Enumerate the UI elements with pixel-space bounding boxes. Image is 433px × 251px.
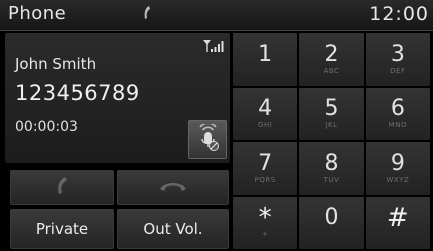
key-letters: DEF bbox=[390, 66, 406, 75]
key-letters: ABC bbox=[323, 66, 340, 75]
call-info-panel: John Smith 123456789 00:00:03 bbox=[5, 33, 230, 163]
key-0[interactable]: 0 bbox=[299, 196, 364, 249]
key-digit: # bbox=[386, 203, 409, 234]
dial-keypad: 1 2 ABC 3 DEF 4 GHI 5 JKL 6 MNO 7 PQRS 8… bbox=[233, 33, 430, 249]
key-letters: TUV bbox=[323, 175, 340, 184]
key-digit: 7 bbox=[258, 150, 273, 176]
key-star[interactable]: * + bbox=[233, 196, 298, 249]
key-digit: 4 bbox=[258, 96, 273, 122]
private-button[interactable]: Private bbox=[10, 209, 114, 249]
caller-name: John Smith bbox=[15, 55, 97, 73]
key-digit: 8 bbox=[324, 150, 339, 176]
top-bar: Phone 12:00 bbox=[0, 0, 433, 31]
key-8[interactable]: 8 TUV bbox=[299, 142, 364, 195]
key-letters: GHI bbox=[258, 121, 273, 130]
key-digit: 2 bbox=[324, 41, 339, 67]
key-letters: JKL bbox=[325, 121, 338, 130]
key-digit: 0 bbox=[324, 205, 339, 231]
key-5[interactable]: 5 JKL bbox=[299, 87, 364, 140]
key-6[interactable]: 6 MNO bbox=[365, 87, 430, 140]
key-hash[interactable]: # bbox=[365, 196, 430, 249]
accept-call-button[interactable] bbox=[10, 170, 114, 205]
key-3[interactable]: 3 DEF bbox=[365, 33, 430, 86]
key-2[interactable]: 2 ABC bbox=[299, 33, 364, 86]
key-letters: + bbox=[261, 230, 269, 239]
caller-number: 123456789 bbox=[15, 81, 140, 105]
key-digit: * bbox=[258, 203, 272, 234]
clock: 12:00 bbox=[369, 3, 429, 25]
key-digit: 1 bbox=[258, 41, 273, 67]
out-volume-button[interactable]: Out Vol. bbox=[117, 209, 229, 249]
end-call-button[interactable] bbox=[117, 170, 229, 205]
key-letters: PQRS bbox=[254, 175, 276, 184]
phone-end-icon bbox=[158, 179, 188, 197]
signal-strength-icon bbox=[202, 38, 224, 57]
phone-accept-icon bbox=[55, 176, 69, 200]
mute-button[interactable] bbox=[188, 120, 227, 159]
app-title: Phone bbox=[8, 3, 67, 24]
key-digit: 9 bbox=[390, 150, 405, 176]
phone-handset-icon bbox=[142, 5, 152, 25]
key-1[interactable]: 1 bbox=[233, 33, 298, 86]
microphone-mute-icon bbox=[197, 121, 219, 156]
key-digit: 5 bbox=[324, 96, 339, 122]
key-9[interactable]: 9 WXYZ bbox=[365, 142, 430, 195]
key-digit: 6 bbox=[390, 96, 405, 122]
key-4[interactable]: 4 GHI bbox=[233, 87, 298, 140]
key-digit: 3 bbox=[390, 41, 405, 67]
key-letters: WXYZ bbox=[386, 175, 410, 184]
call-timer: 00:00:03 bbox=[15, 119, 78, 135]
key-7[interactable]: 7 PQRS bbox=[233, 142, 298, 195]
key-letters: MNO bbox=[388, 121, 407, 130]
